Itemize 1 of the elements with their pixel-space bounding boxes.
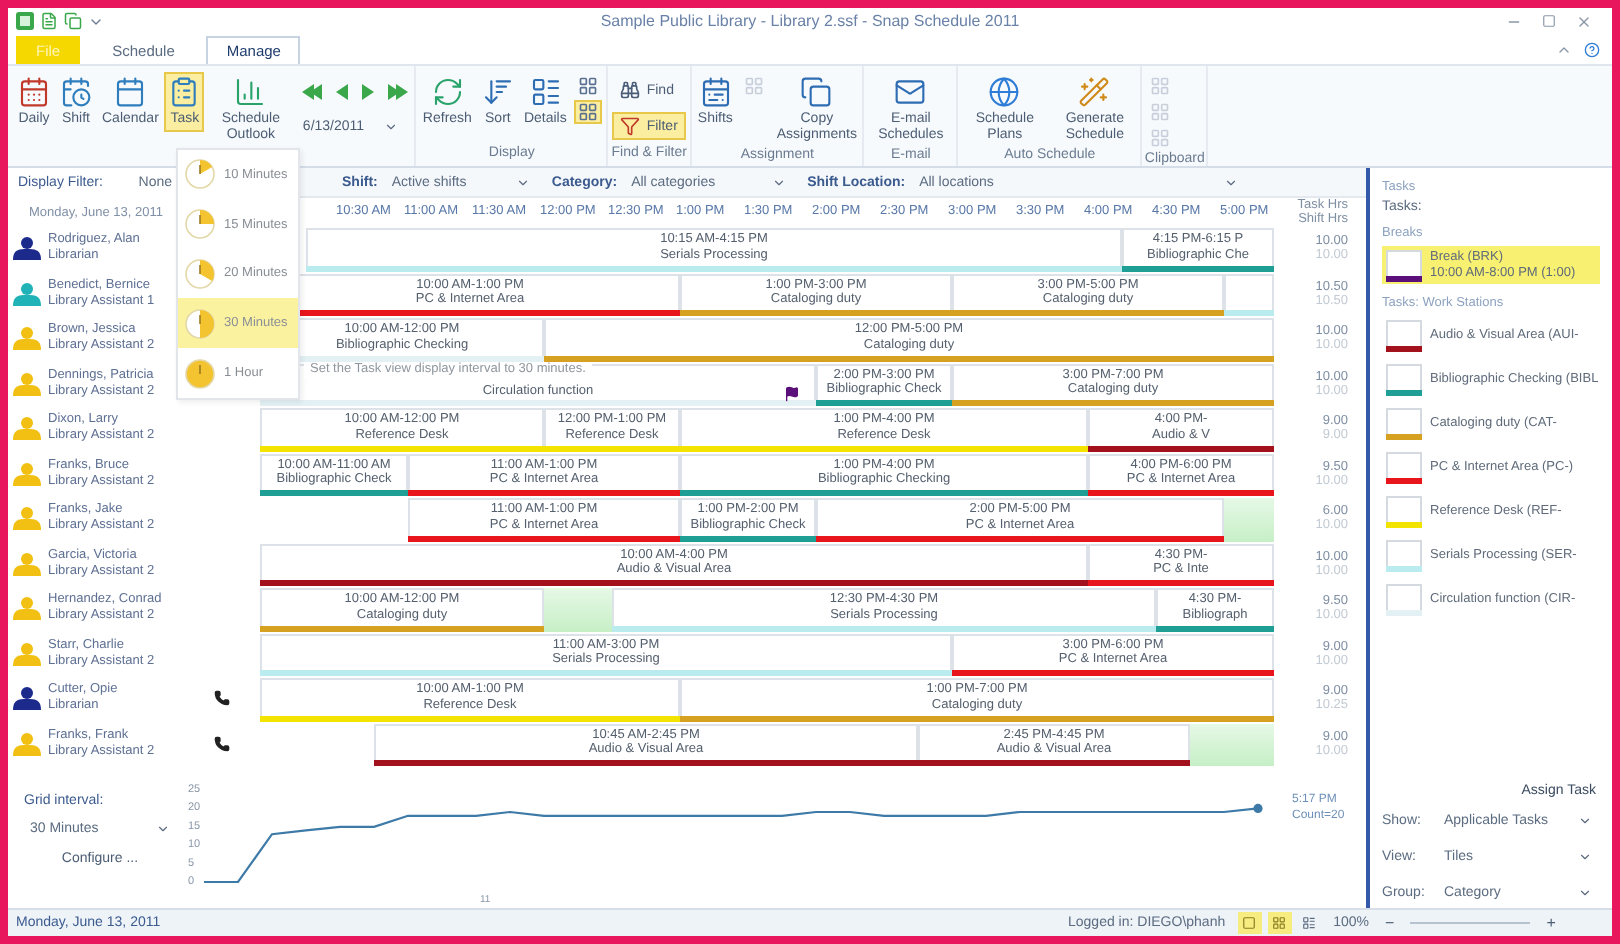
window-title: Sample Public Library - Library 2.ssf - Snap Schedule 2011 bbox=[598, 12, 1022, 30]
